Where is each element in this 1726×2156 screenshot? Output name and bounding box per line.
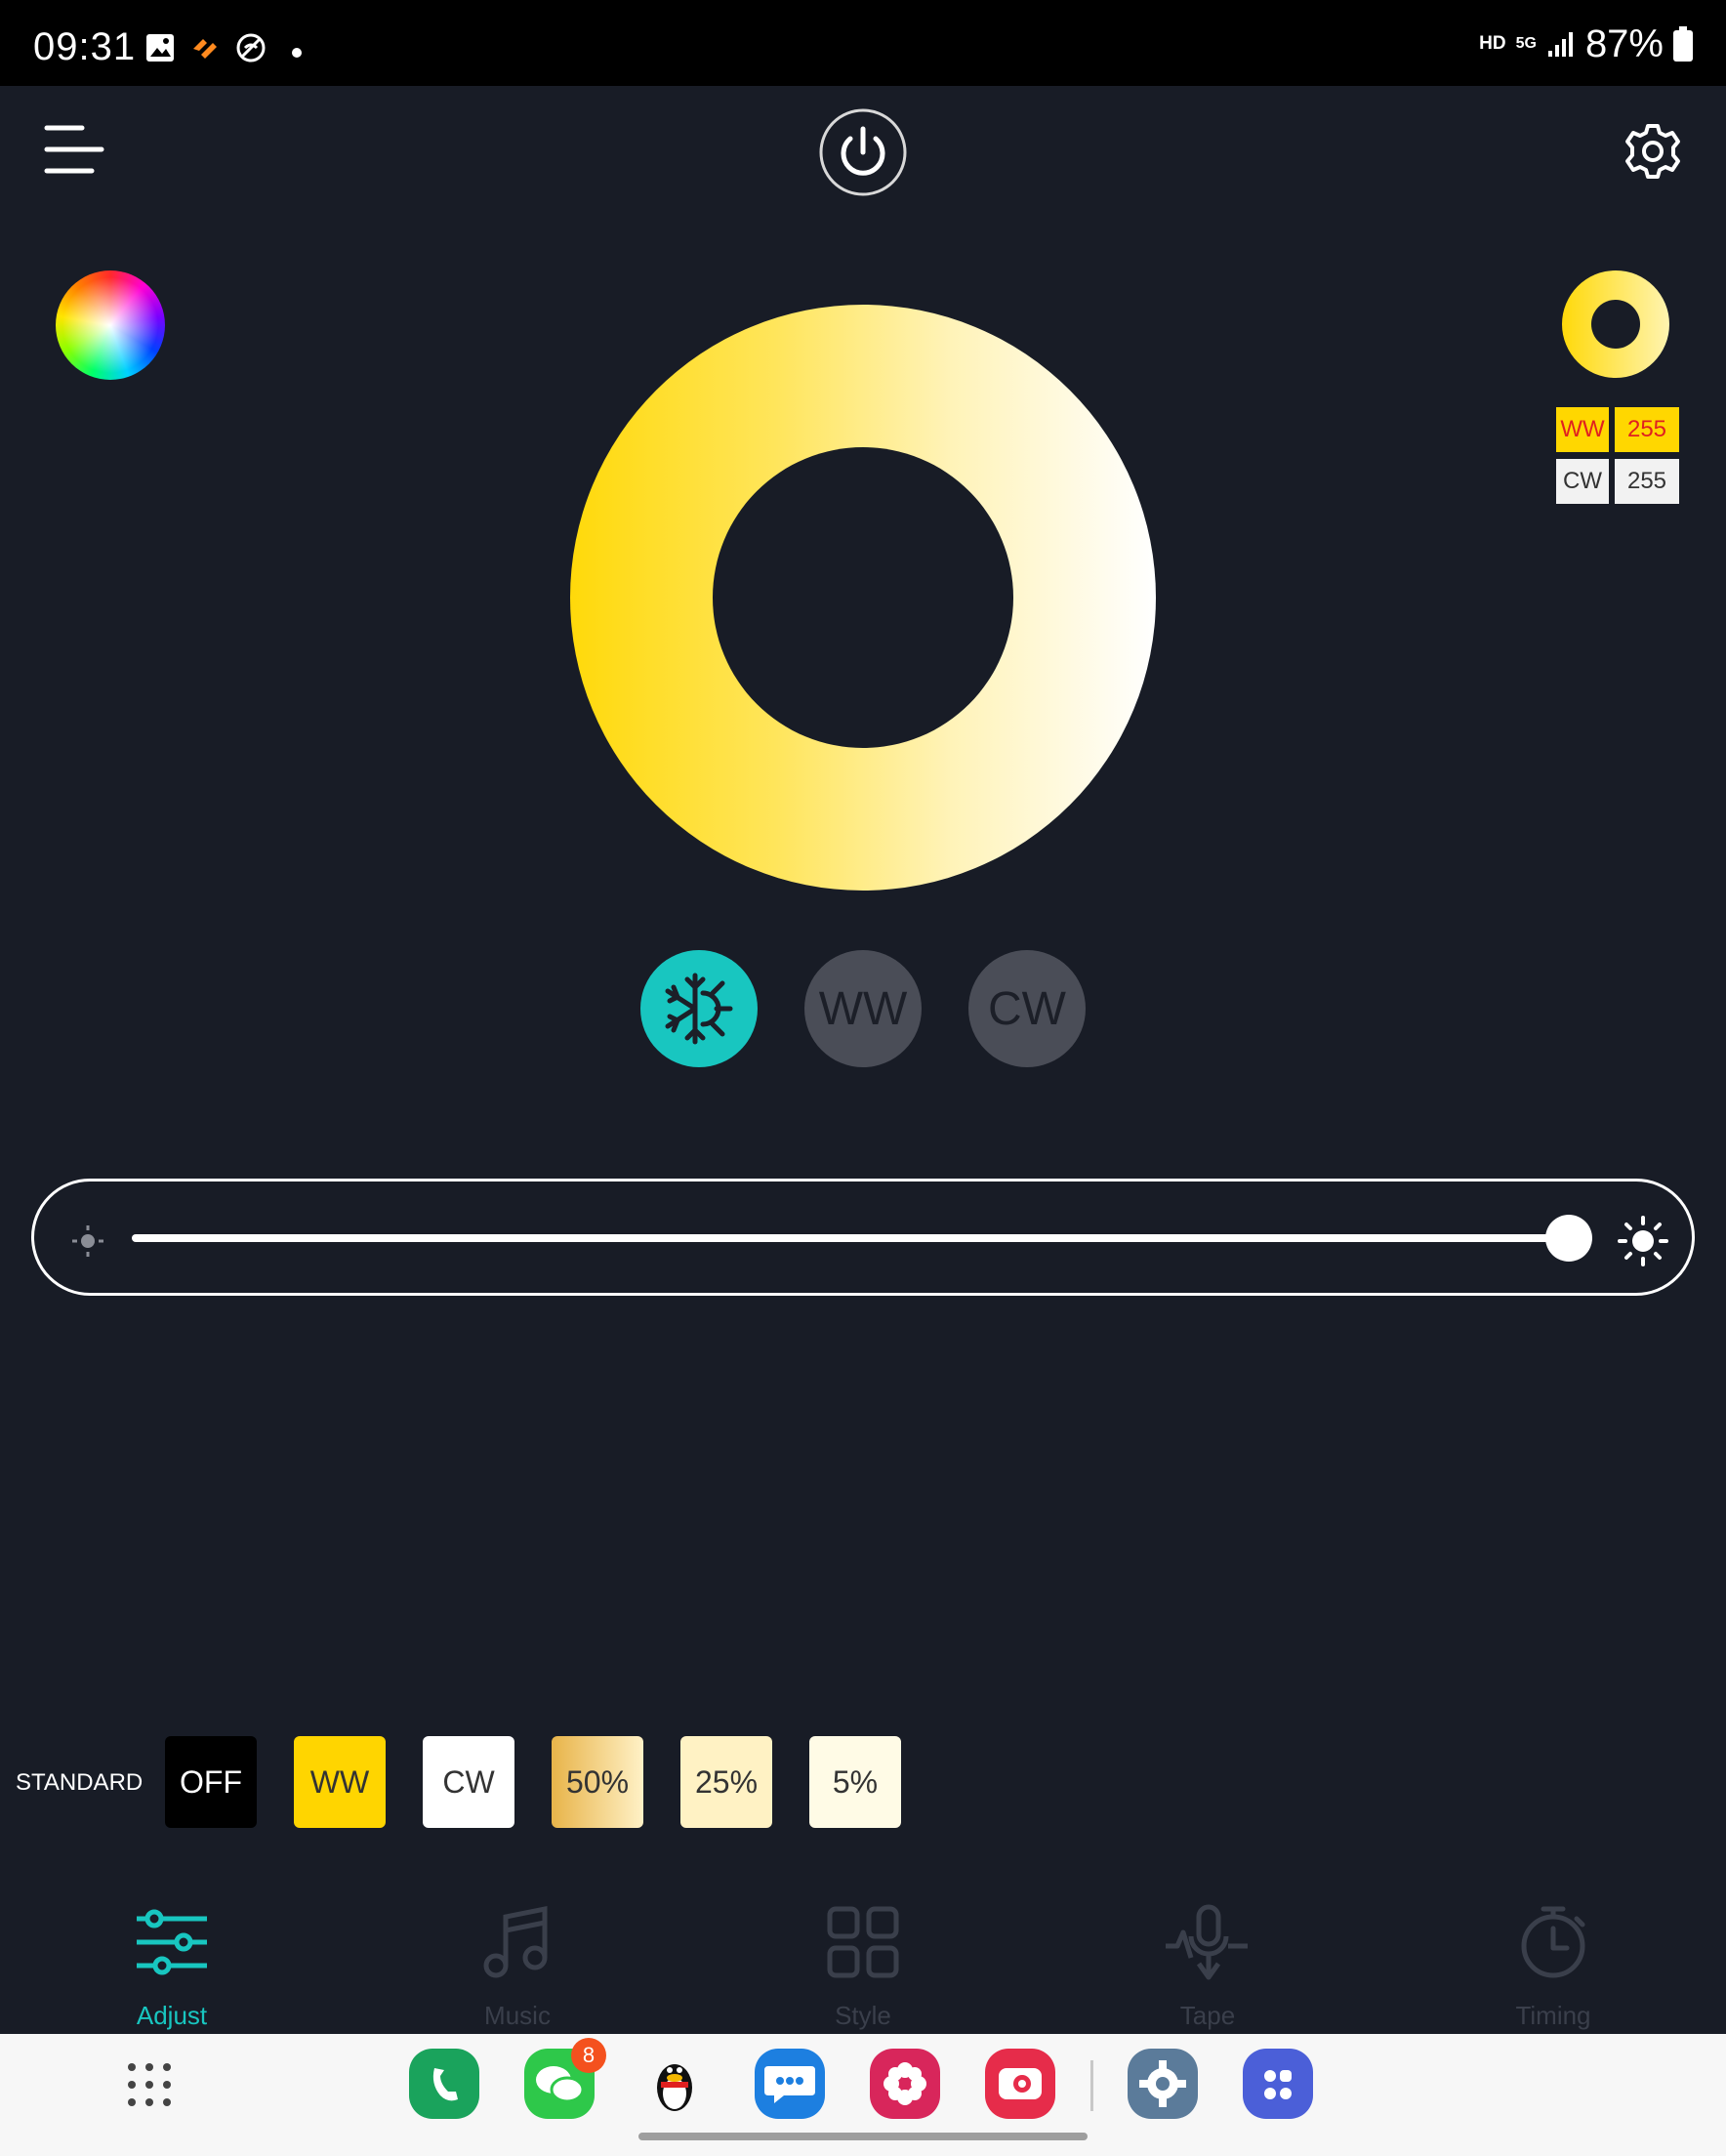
gallery-app-icon[interactable] (870, 2049, 940, 2119)
apps-folder-icon[interactable] (1243, 2049, 1313, 2119)
nav-label-adjust: Adjust (136, 2001, 208, 2030)
color-preview-center (1591, 300, 1640, 349)
sun-snow-mode-button[interactable] (640, 950, 758, 1067)
music-note-icon (483, 1905, 548, 1978)
power-button[interactable] (818, 107, 908, 197)
battery-icon (1673, 26, 1693, 62)
nav-label-music: Music (484, 2001, 551, 2030)
camera-icon[interactable] (985, 2049, 1055, 2119)
brightness-ring[interactable] (570, 305, 1156, 891)
nav-timing[interactable]: Timing (1456, 1897, 1651, 2034)
qq-icon[interactable] (639, 2049, 710, 2119)
color-wheel-button[interactable] (56, 270, 165, 380)
ww-label: WW (1556, 407, 1609, 452)
battery-percent: 87% (1584, 21, 1664, 65)
snowflake-sun-icon (665, 973, 733, 1045)
cw-value: 255 (1615, 459, 1679, 504)
brightness-slider-track[interactable] (132, 1234, 1569, 1242)
preset-25pct[interactable]: 25% (680, 1736, 772, 1828)
status-time: 09:31 (33, 25, 137, 68)
settings-app-icon[interactable] (1128, 2049, 1198, 2119)
sliders-icon (137, 1909, 207, 1975)
nav-adjust[interactable]: Adjust (74, 1897, 269, 2034)
nav-tape[interactable]: Tape (1110, 1897, 1305, 2034)
preset-cw[interactable]: CW (423, 1736, 514, 1828)
hd-indicator: HD (1479, 33, 1506, 54)
preset-50pct[interactable]: 50% (552, 1736, 643, 1828)
dock-divider (1090, 2060, 1093, 2111)
stopwatch-icon (1521, 1906, 1585, 1978)
dot-icon (292, 48, 302, 58)
ww-value: 255 (1615, 407, 1679, 452)
standard-label: STANDARD (16, 1769, 144, 1796)
app-drawer-icon[interactable] (125, 2060, 174, 2109)
no-signal-icon (236, 33, 266, 62)
brightness-high-icon (1618, 1216, 1668, 1266)
nav-label-timing: Timing (1515, 2001, 1591, 2030)
signal-icon (1547, 32, 1573, 57)
gesture-handle[interactable] (638, 2133, 1088, 2140)
nav-style[interactable]: Style (765, 1897, 961, 2034)
messages-icon[interactable] (755, 2049, 825, 2119)
nav-label-style: Style (835, 2001, 891, 2030)
phone-icon[interactable] (409, 2049, 479, 2119)
preset-5pct[interactable]: 5% (809, 1736, 901, 1828)
menu-icon[interactable] (43, 123, 105, 176)
preset-off[interactable]: OFF (165, 1736, 257, 1828)
gallery-icon (146, 34, 174, 62)
cw-mode-button[interactable]: CW (968, 950, 1086, 1067)
preset-ww[interactable]: WW (294, 1736, 386, 1828)
status-bar: 09:31 HD 5G 87% (0, 0, 1726, 86)
microphone-icon (1166, 1904, 1248, 1980)
app-notification-icon (193, 39, 217, 59)
grid-icon (827, 1906, 899, 1978)
nav-label-tape: Tape (1179, 2001, 1236, 2030)
color-preview-ring (1562, 270, 1669, 378)
brightness-slider-thumb[interactable] (1545, 1215, 1592, 1262)
brightness-low-icon (72, 1225, 103, 1257)
wechat-badge: 8 (571, 2038, 606, 2073)
ww-mode-button[interactable]: WW (804, 950, 922, 1067)
gear-icon[interactable] (1624, 123, 1681, 180)
network-5g-indicator: 5G (1515, 35, 1537, 52)
ring-center (713, 447, 1013, 748)
cw-label: CW (1556, 459, 1609, 504)
nav-music[interactable]: Music (420, 1897, 615, 2034)
